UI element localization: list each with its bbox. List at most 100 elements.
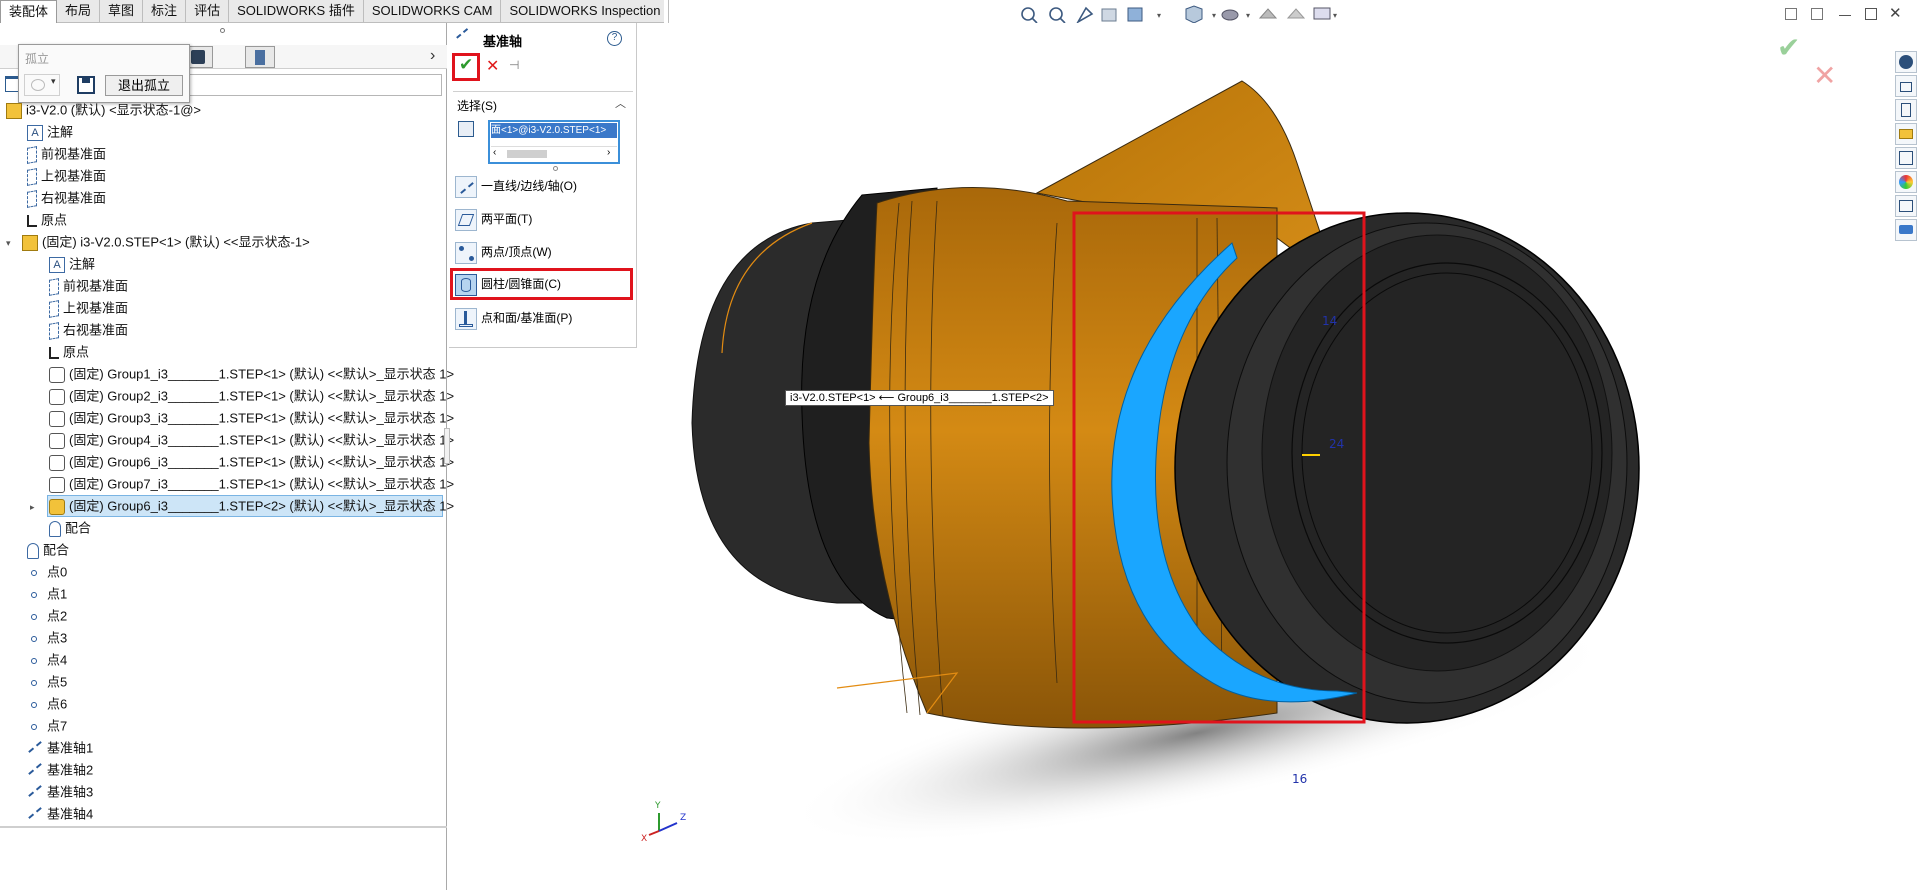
maximize-icon[interactable]	[1865, 8, 1877, 20]
tree-item-group1[interactable]: (固定) Group1_i3_______1.STEP<1> (默认) <<默认…	[49, 363, 454, 385]
custom-properties-icon[interactable]	[1895, 195, 1917, 217]
tree-item-mates[interactable]: 配合	[27, 539, 69, 561]
listbox-resize-dot[interactable]	[553, 166, 558, 171]
part-icon	[49, 432, 65, 449]
restore-left-icon[interactable]	[1785, 8, 1797, 20]
tab-solidworks-addins[interactable]: SOLIDWORKS 插件	[229, 0, 364, 23]
display-style-icon	[31, 79, 45, 91]
tree-item-axis4[interactable]: 基准轴4	[27, 803, 93, 825]
model-view-svg[interactable]: 14 24 16 Y Z X	[637, 23, 1919, 890]
tree-item-group6-1[interactable]: (固定) Group6_i3_______1.STEP<1> (默认) <<默认…	[49, 451, 454, 473]
tree-item-group7[interactable]: (固定) Group7_i3_______1.STEP<1> (默认) <<默认…	[49, 473, 454, 495]
tree-item-annotation[interactable]: A 注解	[27, 121, 73, 143]
tree-item-point3[interactable]: 点3	[27, 627, 67, 649]
tree-item-origin[interactable]: 原点	[27, 209, 67, 231]
tree-item-group6-2-selected[interactable]: ▸ (固定) Group6_i3_______1.STEP<2> (默认) <<默…	[30, 495, 454, 517]
axis-icon	[28, 762, 42, 775]
tree-item-axis1[interactable]: 基准轴1	[27, 737, 93, 759]
solidworks-resources-icon[interactable]	[1895, 51, 1917, 73]
option-two-points[interactable]: 两点/顶点(W)	[455, 239, 552, 265]
restore-right-icon[interactable]	[1811, 8, 1823, 20]
panel-expand-arrow-icon[interactable]: ›	[430, 47, 435, 65]
scroll-thumb[interactable]	[507, 150, 547, 158]
close-icon[interactable]: ✕	[1889, 4, 1902, 22]
listbox-scrollbar[interactable]: ‹ ›	[491, 146, 617, 160]
panel-collapse-dot[interactable]	[220, 28, 225, 33]
save-display-state-button[interactable]	[77, 76, 95, 94]
tree-item-point7[interactable]: 点7	[27, 715, 67, 737]
design-library-icon[interactable]	[1895, 99, 1917, 121]
tree-item-front-plane[interactable]: 前视基准面	[27, 143, 106, 165]
option-cylinder-cone[interactable]: 圆柱/圆锥面(C)	[455, 271, 561, 297]
expand-arrow-icon[interactable]: ▾	[6, 232, 22, 254]
isolate-visibility-button[interactable]: ▾	[24, 74, 60, 96]
triad-x-label: X	[641, 834, 647, 844]
minimize-icon[interactable]	[1839, 15, 1851, 16]
tree-item-point5[interactable]: 点5	[27, 671, 67, 693]
cancel-button[interactable]: ✕	[486, 56, 499, 76]
tree-item-sub-front-plane[interactable]: 前视基准面	[49, 275, 128, 297]
help-icon[interactable]: ?	[607, 31, 622, 46]
part-icon	[49, 366, 65, 383]
tab-assembly[interactable]: 装配体	[0, 0, 58, 23]
scroll-left-icon[interactable]: ‹	[493, 147, 496, 158]
option-line-edge-axis[interactable]: 一直线/边线/轴(O)	[455, 173, 577, 199]
confirm-corner-cancel-icon[interactable]: ✕	[1813, 59, 1836, 92]
property-manager: 基准轴 ? ✔ ✕ ⊣ 选择(S) ︿ 面<1>@i3-V2.0.STEP<1>…	[449, 23, 637, 348]
tree-item-point2[interactable]: 点2	[27, 605, 67, 627]
home-icon[interactable]	[1895, 75, 1917, 97]
tree-item-point0[interactable]: 点0	[27, 561, 67, 583]
tree-item-sub-origin[interactable]: 原点	[49, 341, 89, 363]
tab-dimxpert[interactable]	[245, 46, 275, 68]
mate-icon	[27, 542, 39, 559]
appearances-icon[interactable]	[1895, 171, 1917, 193]
axis-icon	[28, 784, 42, 797]
confirm-corner-ok-icon[interactable]: ✔	[1777, 31, 1800, 64]
tree-item-subassembly[interactable]: ▾ (固定) i3-V2.0.STEP<1> (默认) <<显示状态-1>	[6, 231, 310, 253]
tree-item-point6[interactable]: 点6	[27, 693, 67, 715]
tree-item-group3[interactable]: (固定) Group3_i3_______1.STEP<1> (默认) <<默认…	[49, 407, 454, 429]
tree-item-axis3[interactable]: 基准轴3	[27, 781, 93, 803]
annotation-icon: A	[27, 124, 43, 141]
pushpin-button[interactable]: ⊣	[509, 58, 519, 72]
tree-item-group4[interactable]: (固定) Group4_i3_______1.STEP<1> (默认) <<默认…	[49, 429, 454, 451]
front-cap-face[interactable]	[1261, 234, 1613, 672]
ok-button[interactable]: ✔	[452, 53, 480, 81]
tab-solidworks-inspection[interactable]: SOLIDWORKS Inspection	[501, 0, 670, 23]
tree-item-point1[interactable]: 点1	[27, 583, 67, 605]
collapse-section-icon[interactable]: ︿	[615, 95, 626, 111]
tree-item-axis2[interactable]: 基准轴2	[27, 759, 93, 781]
option-point-face[interactable]: 点和面/基准面(P)	[455, 305, 572, 331]
file-explorer-icon[interactable]	[1895, 123, 1917, 145]
tree-item-sub-top-plane[interactable]: 上视基准面	[49, 297, 128, 319]
tree-item-sub-right-plane[interactable]: 右视基准面	[49, 319, 128, 341]
tree-item-sub-mates[interactable]: 配合	[49, 517, 91, 539]
view-palette-icon[interactable]	[1895, 147, 1917, 169]
graphics-viewport[interactable]: 14 24 16 Y Z X i3-V2.0.STEP<1> ⟵ Group6_…	[637, 23, 1919, 890]
panel-resize-handle[interactable]	[444, 428, 450, 464]
tree-item-group2[interactable]: (固定) Group2_i3_______1.STEP<1> (默认) <<默认…	[49, 385, 454, 407]
pm-title: 基准轴	[483, 34, 523, 49]
tree-item-right-plane[interactable]: 右视基准面	[27, 187, 106, 209]
tab-evaluate[interactable]: 评估	[186, 0, 230, 23]
tab-layout[interactable]: 布局	[57, 0, 101, 23]
exit-isolate-button[interactable]: 退出孤立	[105, 75, 183, 96]
expand-arrow-icon[interactable]: ▸	[30, 496, 49, 518]
selection-value[interactable]: 面<1>@i3-V2.0.STEP<1>	[491, 123, 617, 138]
scroll-right-icon[interactable]: ›	[607, 147, 610, 158]
tab-sketch[interactable]: 草图	[100, 0, 144, 23]
tree-item-point4[interactable]: 点4	[27, 649, 67, 671]
tab-solidworks-cam[interactable]: SOLIDWORKS CAM	[364, 0, 502, 23]
cylinder-cone-icon	[455, 273, 477, 296]
option-two-planes[interactable]: 两平面(T)	[455, 206, 532, 232]
tree-item-sub-annotation[interactable]: A 注解	[49, 253, 95, 275]
point-icon	[27, 609, 43, 625]
tree-item-top-plane[interactable]: 上视基准面	[27, 165, 106, 187]
selection-listbox[interactable]: 面<1>@i3-V2.0.STEP<1> ‹ ›	[488, 120, 620, 164]
tree-root[interactable]: i3-V2.0 (默认) <显示状态-1@>	[6, 99, 201, 121]
forum-icon[interactable]	[1895, 219, 1917, 241]
filter-icon[interactable]	[5, 76, 19, 92]
tab-markup[interactable]: 标注	[143, 0, 187, 23]
panel-splitter[interactable]	[0, 826, 447, 828]
annotation-icon: A	[49, 256, 65, 273]
